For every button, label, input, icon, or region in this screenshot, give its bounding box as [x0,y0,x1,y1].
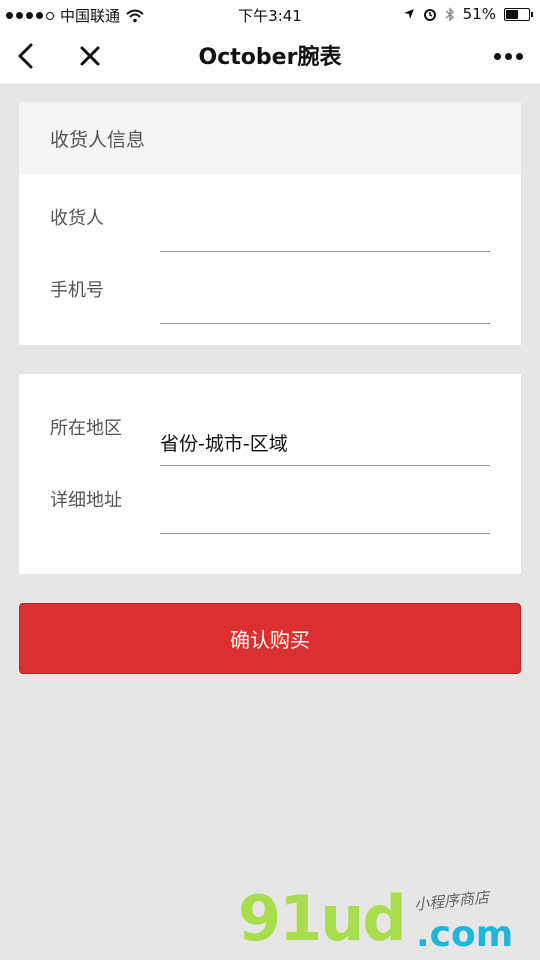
carrier-name: 中国联通 [60,7,121,25]
status-bar: 中国联通 下午3:41 51% [0,0,540,28]
alarm-icon [423,9,436,21]
detail-address-label: 详细地址 [50,490,122,511]
consignee-card: 收货人信息 收货人 手机号 [19,102,521,345]
region-row: 所在地区 省份-城市-区域 [19,414,521,486]
phone-input[interactable] [160,290,490,324]
wifi-icon [126,9,144,22]
phone-label: 手机号 [50,280,104,301]
battery-percent: 51% [462,5,496,23]
status-right: 51% [403,5,533,23]
location-arrow-icon [403,9,414,19]
nav-bar: October腕表 [0,28,540,85]
chevron-left-icon [18,43,33,69]
close-icon [80,46,100,66]
watermark-logo: 91ud 小程序商店 .com [238,882,528,955]
battery-icon [504,7,533,21]
consignee-name-label: 收货人 [50,208,104,229]
watermark-main: 91ud [238,882,407,955]
consignee-name-row: 收货人 [19,204,521,276]
region-picker[interactable]: 省份-城市-区域 [160,424,490,466]
detail-address-row: 详细地址 [19,486,521,558]
bluetooth-icon [445,6,454,22]
signal-strength-icon [6,11,54,20]
consignee-name-input[interactable] [160,218,490,252]
close-button[interactable] [72,38,108,74]
phone-row: 手机号 [19,276,521,348]
watermark-tagline: 小程序商店 [413,888,490,914]
watermark-domain: .com [416,914,514,955]
status-left: 中国联通 [6,5,144,26]
address-card: 所在地区 省份-城市-区域 详细地址 [19,374,521,574]
more-dots-icon [493,52,523,60]
region-label: 所在地区 [50,418,122,439]
consignee-header: 收货人信息 [19,102,521,174]
back-button[interactable] [8,38,44,74]
more-button[interactable] [490,38,526,74]
confirm-purchase-button[interactable]: 确认购买 [19,603,521,674]
detail-address-input[interactable] [160,500,490,534]
